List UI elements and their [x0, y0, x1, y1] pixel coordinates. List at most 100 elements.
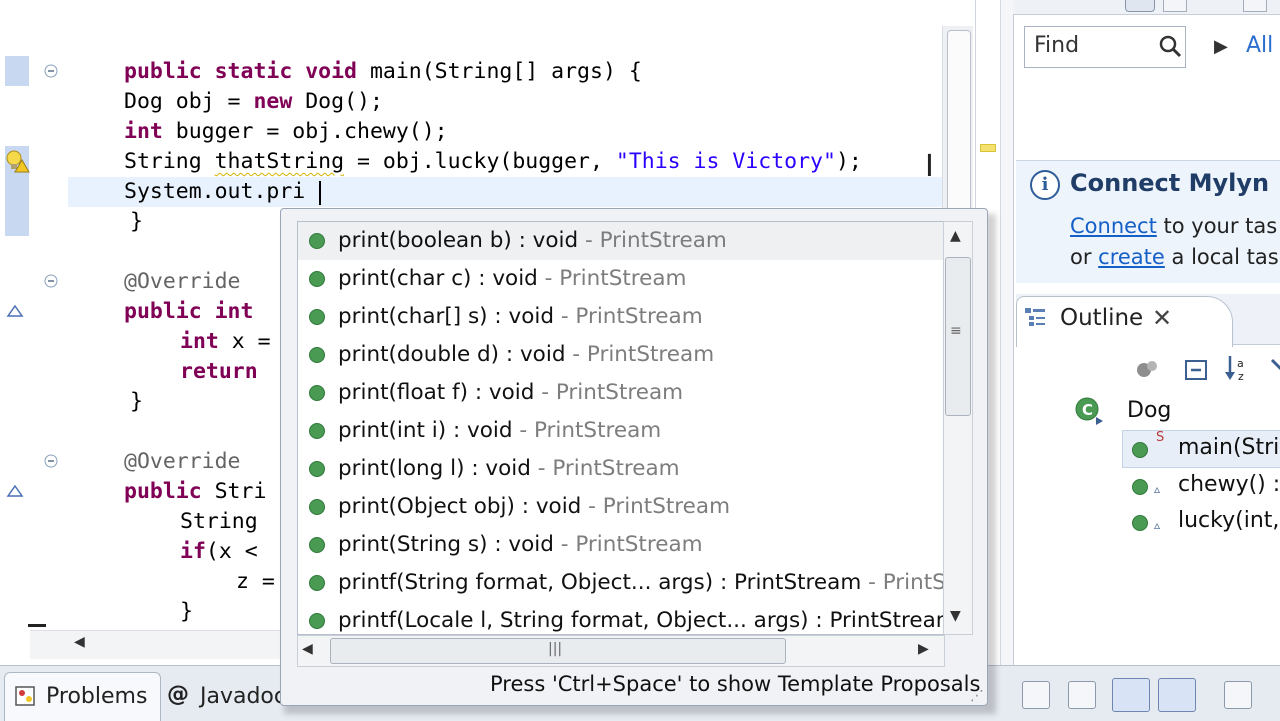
- info-icon: i: [1030, 170, 1060, 200]
- collapse-all-icon[interactable]: [1182, 356, 1210, 384]
- remove-launch-icon[interactable]: [1158, 678, 1196, 712]
- public-method-icon: [309, 461, 325, 477]
- proposal-signature: print(Object obj) : void: [338, 494, 582, 519]
- expand-arrow-icon[interactable]: ▶: [1214, 36, 1228, 57]
- code-token: @Override: [124, 269, 241, 294]
- lock-icon[interactable]: [1068, 681, 1096, 709]
- public-method-icon: [309, 309, 325, 325]
- outline-member[interactable]: main(Strin: [1178, 435, 1280, 460]
- code-token: }: [130, 209, 143, 234]
- mylyn-text: or: [1070, 245, 1099, 269]
- proposal-item[interactable]: print(long l) : void - PrintStream: [298, 450, 944, 488]
- code-token: );: [835, 149, 862, 174]
- overview-ruler[interactable]: [1000, 0, 1013, 665]
- public-method-icon: [309, 575, 325, 591]
- proposal-item[interactable]: print(Object obj) : void - PrintStream: [298, 488, 944, 526]
- create-link[interactable]: create: [1098, 245, 1165, 269]
- editor-scroll-thumb[interactable]: [947, 30, 971, 212]
- proposal-declaring-type: - PrintStream: [553, 304, 703, 329]
- code-token: z =: [236, 569, 275, 594]
- toolbar-button[interactable]: [1125, 0, 1155, 12]
- proposal-item[interactable]: print(float f) : void - PrintStream: [298, 374, 944, 412]
- code-token: public static void: [124, 59, 370, 84]
- code-token: "This is Victory": [615, 149, 836, 174]
- open-console-icon[interactable]: [1224, 681, 1252, 709]
- outline-member[interactable]: chewy() :: [1178, 472, 1280, 497]
- outline-class-name[interactable]: Dog: [1127, 398, 1171, 423]
- proposal-text: printf(Locale l, String format, Object..…: [338, 607, 944, 634]
- more-tools-icon[interactable]: [1268, 356, 1280, 384]
- code-line: return: [180, 357, 258, 387]
- proposal-item[interactable]: print(int i) : void - PrintStream: [298, 412, 944, 450]
- connect-link[interactable]: Connect: [1070, 214, 1157, 238]
- proposal-signature: print(boolean b) : void: [338, 228, 579, 253]
- scroll-left-icon[interactable]: ◀: [302, 641, 313, 657]
- proposal-text: print(int i) : void - PrintStream: [338, 417, 661, 445]
- proposal-list[interactable]: print(boolean b) : void - PrintStream pri…: [297, 221, 945, 635]
- code-token: bugger = obj.chewy();: [175, 119, 448, 144]
- view-toolbar-icon[interactable]: [1022, 681, 1050, 709]
- static-marker-icon: S: [1156, 430, 1165, 445]
- code-token: main(String[] args) {: [369, 59, 642, 84]
- grip-icon: ≡: [950, 323, 962, 339]
- mylyn-title: Connect Mylyn: [1070, 169, 1270, 197]
- warning-lightbulb-icon[interactable]: [2, 148, 30, 174]
- scroll-right-icon[interactable]: ▶: [918, 641, 929, 657]
- scroll-down-icon[interactable]: ▼: [950, 608, 961, 624]
- code-line: int bugger = obj.chewy();: [124, 117, 448, 147]
- fold-collapse-icon[interactable]: [44, 454, 58, 468]
- hide-fields-icon[interactable]: [1134, 356, 1162, 384]
- code-line: if(x <: [180, 537, 258, 567]
- proposal-item[interactable]: print(double d) : void - PrintStream: [298, 336, 944, 374]
- overview-warning-mark[interactable]: [980, 144, 996, 152]
- code-token: = obj.lucky(bugger,: [344, 149, 616, 174]
- svg-text:C: C: [1082, 401, 1093, 419]
- proposal-item[interactable]: print(char[] s) : void - PrintStream: [298, 298, 944, 336]
- public-method-icon: [1132, 515, 1148, 531]
- proposal-declaring-type: - PrintStream: [537, 266, 687, 291]
- scroll-up-icon[interactable]: ▲: [950, 228, 961, 244]
- sort-icon[interactable]: az: [1224, 354, 1252, 382]
- proposal-text: printf(String format, Object... args) : …: [338, 569, 944, 597]
- code-token: System.out.pri: [124, 179, 306, 204]
- fold-collapse-icon[interactable]: [44, 64, 58, 78]
- search-icon[interactable]: [1158, 34, 1182, 58]
- javadoc-tab-label[interactable]: Javadoc: [200, 684, 286, 709]
- find-placeholder: Find: [1034, 33, 1080, 58]
- code-token: x =: [231, 329, 271, 354]
- code-line: }: [180, 597, 193, 627]
- proposal-item[interactable]: printf(String format, Object... args) : …: [298, 564, 944, 602]
- public-method-icon: [309, 347, 325, 363]
- proposal-item[interactable]: print(boolean b) : void - PrintStream: [298, 222, 944, 260]
- code-token: return: [180, 359, 258, 384]
- problems-tab-label: Problems: [46, 684, 148, 709]
- override-triangle-icon: [6, 484, 24, 497]
- code-line: @Override: [124, 267, 241, 297]
- content-assist-status: Press 'Ctrl+Space' to show Template Prop…: [490, 672, 981, 696]
- scroll-left-icon[interactable]: ◀: [74, 634, 85, 650]
- proposal-declaring-type: - PrintStream: [565, 342, 715, 367]
- text-caret: [319, 181, 321, 205]
- problems-icon: [15, 686, 35, 706]
- grip-icon: |||: [548, 641, 563, 657]
- override-marker-icon: ▵: [1154, 482, 1161, 496]
- proposal-item[interactable]: print(char c) : void - PrintStream: [298, 260, 944, 298]
- outline-member[interactable]: lucky(int,: [1178, 508, 1279, 533]
- toolbar-button[interactable]: [1163, 0, 1187, 12]
- resize-grip-icon[interactable]: ⋰: [970, 688, 984, 704]
- all-filter-link[interactable]: All: [1246, 33, 1273, 58]
- svg-text:z: z: [1238, 370, 1244, 382]
- pinned-console-icon[interactable]: [1112, 678, 1150, 712]
- proposal-item[interactable]: print(String s) : void - PrintStream: [298, 526, 944, 564]
- fold-collapse-icon[interactable]: [44, 274, 58, 288]
- mouse-ibeam-cursor: I: [925, 149, 934, 184]
- code-token: Dog();: [305, 89, 383, 114]
- code-token: @Override: [124, 449, 241, 474]
- javadoc-icon: @: [167, 682, 189, 707]
- proposal-item[interactable]: printf(Locale l, String format, Object..…: [298, 602, 944, 634]
- mylyn-connect-line: Connect to your tas: [1070, 214, 1277, 238]
- public-method-icon: [309, 613, 325, 629]
- toolbar-button[interactable]: [1243, 0, 1267, 12]
- close-icon[interactable]: ✕: [1152, 304, 1172, 332]
- code-token: public: [124, 479, 215, 504]
